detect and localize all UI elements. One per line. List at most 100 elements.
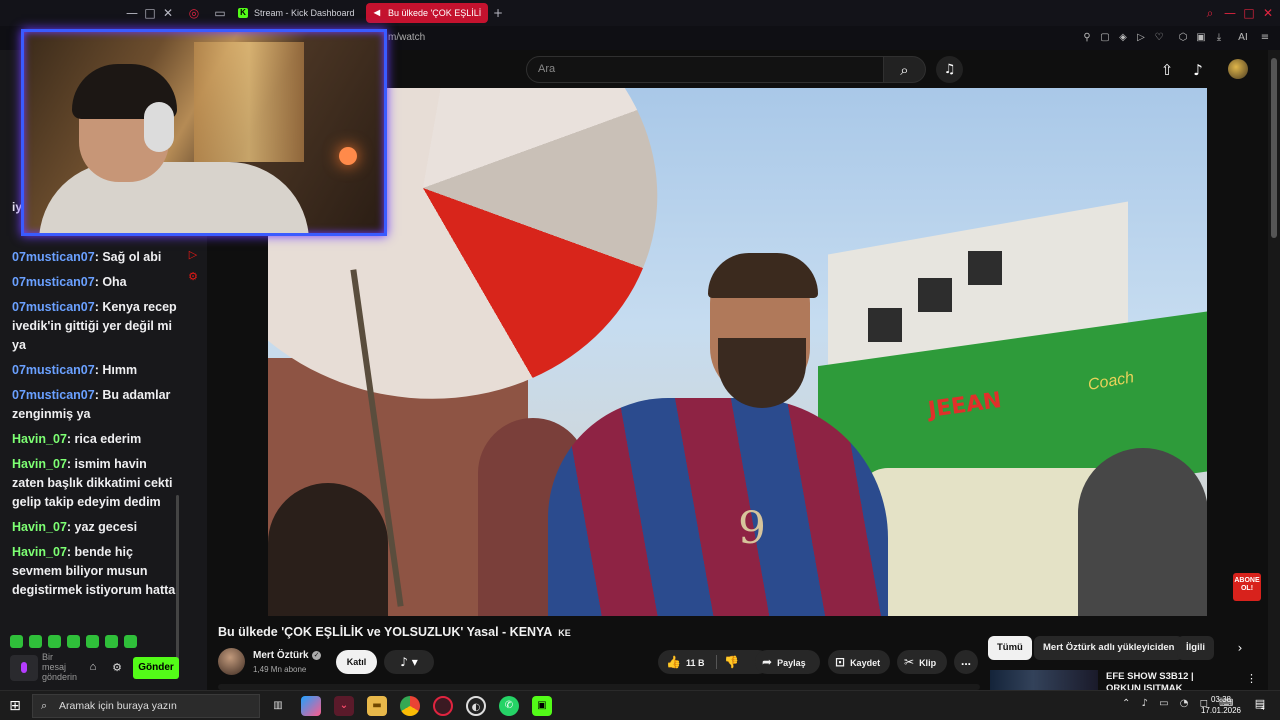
chip-all[interactable]: Tümü [988, 636, 1032, 660]
chat-username[interactable]: Havin_07 [12, 545, 67, 559]
chat-scrollbar[interactable] [176, 495, 179, 675]
window-maximize-icon[interactable]: □ [1241, 5, 1257, 21]
chat-username[interactable]: Havin_07 [12, 457, 67, 471]
notification-center-icon[interactable]: ▤ 4 [1252, 697, 1268, 713]
page-scrollbar[interactable] [1268, 50, 1280, 690]
window-restore-icon[interactable]: □ [142, 5, 158, 21]
steam-icon[interactable]: ◐ [466, 696, 486, 716]
more-actions-button[interactable]: ... [954, 650, 978, 674]
window-minimize-icon[interactable]: — [1222, 5, 1238, 21]
join-button[interactable]: Katıl [336, 650, 377, 674]
subscribe-badge[interactable]: ABONE OL! [1233, 573, 1261, 601]
download-icon[interactable]: ⤓ [1212, 31, 1226, 45]
microphone-button[interactable] [10, 655, 38, 681]
tab-menu-icon[interactable]: ▭ [212, 5, 228, 21]
search-icon[interactable]: ⌕ [884, 56, 926, 83]
chat-username[interactable]: 07mustican07 [12, 275, 95, 289]
subscription-bell-button[interactable]: ♪ ▾ [384, 650, 434, 674]
taskbar-search-input[interactable]: ⌕ Aramak için buraya yazın [32, 694, 260, 718]
emote-icon[interactable] [29, 635, 42, 649]
channel-name[interactable]: Mert Öztürk [253, 650, 309, 661]
emote-icon[interactable] [86, 635, 99, 649]
dislike-icon[interactable]: 👎 [724, 650, 739, 674]
pin-icon[interactable]: ⚲ [1080, 31, 1094, 45]
snapshot-icon[interactable]: ▢ [1098, 31, 1112, 45]
chat-message: 07mustican07: Sağ ol abi [12, 250, 162, 264]
account-avatar[interactable] [1228, 59, 1248, 79]
emote-icon[interactable] [48, 635, 61, 649]
chip-related[interactable]: İlgili [1177, 636, 1214, 660]
app-icon[interactable]: ⌄ [334, 696, 354, 716]
opera-logo-icon[interactable]: ◎ [186, 5, 202, 21]
heart-icon[interactable]: ♡ [1152, 31, 1166, 45]
play-icon[interactable]: ▷ [186, 248, 200, 262]
task-view-icon[interactable]: ▥ [268, 696, 288, 716]
new-tab-button[interactable]: + [490, 5, 506, 21]
chat-username[interactable]: 07mustican07 [12, 300, 95, 314]
whatsapp-icon[interactable]: ✆ [499, 696, 519, 716]
chat-username[interactable]: 07mustican07 [12, 388, 95, 402]
share-button[interactable]: ➦ Paylaş [755, 650, 820, 674]
chat-message-input[interactable]: Bir mesaj gönderin [42, 652, 77, 684]
notifications-bell-icon[interactable]: ♪ [1188, 60, 1208, 80]
scrollbar-thumb[interactable] [1271, 58, 1277, 238]
chat-settings-icon[interactable]: ⚙ [110, 661, 124, 675]
video-person [268, 483, 388, 616]
emote-icon[interactable] [67, 635, 80, 649]
chrome-icon[interactable] [400, 696, 420, 716]
minimize-sidebar-icon[interactable]: — [124, 5, 140, 21]
emote-icon[interactable] [124, 635, 137, 649]
like-count[interactable]: 11 B [686, 658, 705, 668]
wallet-icon[interactable]: ▣ [1194, 31, 1208, 45]
send-icon[interactable]: ▷ [1134, 31, 1148, 45]
menu-icon[interactable]: ≡ [1258, 31, 1272, 45]
recommended-title[interactable]: EFE SHOW S3B12 | ORKUN IŞITMAK [1106, 671, 1226, 691]
tab-label: Stream - Kick Dashboard [254, 8, 355, 18]
emote-icon[interactable] [105, 635, 118, 649]
notification-count: 4 [1261, 705, 1265, 712]
chat-message-text: Hımm [102, 363, 138, 377]
send-button[interactable]: Gönder [133, 657, 179, 679]
file-explorer-icon[interactable]: ▬ [367, 696, 387, 716]
recommended-thumbnail[interactable] [990, 670, 1098, 692]
share-label: Paylaş [777, 658, 806, 668]
search-tabs-icon[interactable]: ⌕ [1202, 5, 1218, 21]
settings-icon[interactable]: ⚙ [186, 270, 200, 284]
kebab-menu-icon[interactable]: ⋮ [1246, 672, 1257, 686]
voice-search-icon[interactable]: ♫ [936, 56, 963, 83]
shield-icon[interactable]: ◈ [1116, 31, 1130, 45]
emote-icon[interactable] [10, 635, 23, 649]
store-icon[interactable]: ⌂ [86, 661, 100, 675]
tab-kick-dashboard[interactable]: K Stream - Kick Dashboard [232, 3, 360, 23]
video-player[interactable]: JEEAN Coach 9 [268, 88, 1207, 616]
chat-message: 07mustican07: Bu adamlar zenginmiş ya [12, 388, 171, 421]
bell-icon: ♪ ▾ [400, 655, 418, 669]
chat-message: Havin_07: yaz gecesi [12, 520, 138, 534]
chat-username[interactable]: Havin_07 [12, 520, 67, 534]
url-text[interactable]: m/watch [388, 32, 425, 43]
channel-avatar[interactable] [218, 648, 245, 675]
copilot-icon[interactable] [301, 696, 321, 716]
system-clock[interactable]: 03:38 17.01.2026 [1196, 694, 1246, 716]
close-icon[interactable]: ✕ [160, 5, 176, 21]
ai-button[interactable]: AI [1232, 31, 1254, 45]
divider [716, 655, 717, 669]
chat-username[interactable]: Havin_07 [12, 432, 67, 446]
chevron-right-icon[interactable]: › [1232, 640, 1248, 656]
windows-start-icon[interactable]: ⊞ [8, 699, 22, 713]
chip-uploader[interactable]: Mert Öztürk adlı yükleyiciden [1034, 636, 1184, 660]
window-close-icon[interactable]: ✕ [1260, 5, 1276, 21]
upload-icon[interactable]: ⇧ [1157, 60, 1177, 80]
kick-app-icon[interactable]: ▣ [532, 696, 552, 716]
like-icon[interactable]: 👍 [666, 655, 681, 669]
extensions-icon[interactable]: ⬡ [1176, 31, 1190, 45]
clip-button[interactable]: ✂ Klip [897, 650, 947, 674]
webcam-overlay [21, 29, 387, 236]
chat-username[interactable]: 07mustican07 [12, 250, 95, 264]
tab-youtube-video[interactable]: ◀ Bu ülkede 'ÇOK EŞLİLİ [366, 3, 488, 23]
chat-username[interactable]: 07mustican07 [12, 363, 95, 377]
clock-time: 03:38 [1210, 695, 1232, 704]
save-button[interactable]: ⊡ Kaydet [828, 650, 890, 674]
search-input[interactable]: Ara [526, 56, 884, 83]
opera-icon[interactable] [433, 696, 453, 716]
